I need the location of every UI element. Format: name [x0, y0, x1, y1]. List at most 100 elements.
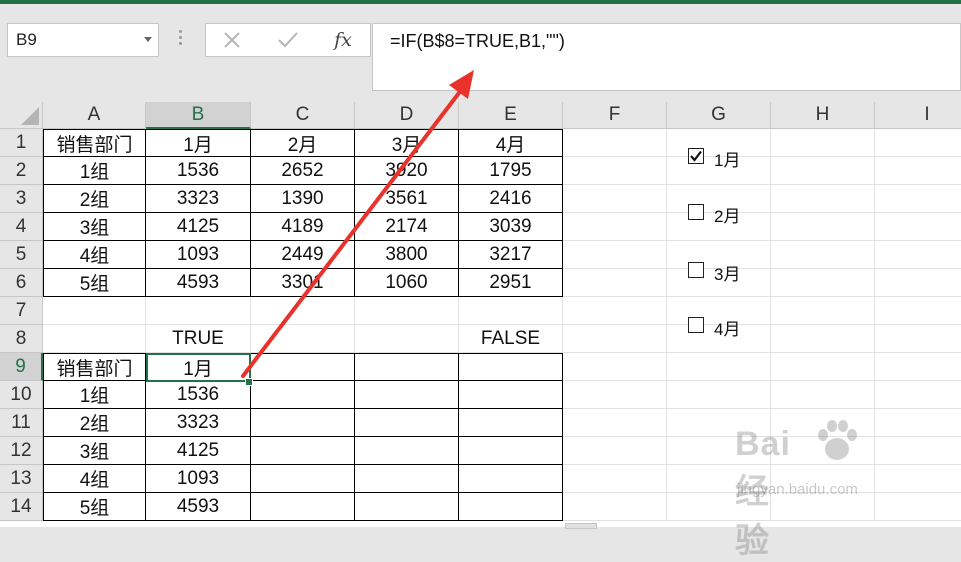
checkbox-2[interactable] — [688, 204, 704, 220]
cell-f12[interactable] — [563, 437, 667, 465]
cell-i2[interactable] — [875, 157, 961, 185]
cell-c6[interactable]: 3301 — [251, 269, 355, 297]
cell-i9[interactable] — [875, 353, 961, 381]
chevron-down-icon[interactable] — [144, 37, 152, 42]
cell-b12[interactable]: 4125 — [146, 437, 251, 465]
cell-h4[interactable] — [771, 213, 875, 241]
cell-e7[interactable] — [459, 297, 563, 325]
horizontal-scrollbar[interactable] — [565, 523, 597, 529]
cell-d14[interactable] — [355, 493, 459, 521]
cell-c12[interactable] — [251, 437, 355, 465]
checkbox-label-1[interactable]: 1月 — [714, 146, 740, 171]
cell-a7[interactable] — [43, 297, 146, 325]
cell-f4[interactable] — [563, 213, 667, 241]
cell-g9[interactable] — [667, 353, 771, 381]
cell-i7[interactable] — [875, 297, 961, 325]
checkbox-3[interactable] — [688, 262, 704, 278]
cell-b9[interactable]: 1月 — [146, 353, 251, 381]
cell-h12[interactable] — [771, 437, 875, 465]
cell-a5[interactable]: 4组 — [43, 241, 146, 269]
cell-b13[interactable]: 1093 — [146, 465, 251, 493]
cell-h8[interactable] — [771, 325, 875, 353]
enter-check-icon[interactable] — [272, 24, 304, 56]
cell-f13[interactable] — [563, 465, 667, 493]
cell-e10[interactable] — [459, 381, 563, 409]
cell-h5[interactable] — [771, 241, 875, 269]
cell-i4[interactable] — [875, 213, 961, 241]
cell-a12[interactable]: 3组 — [43, 437, 146, 465]
cell-a13[interactable]: 4组 — [43, 465, 146, 493]
cell-c4[interactable]: 4189 — [251, 213, 355, 241]
row-header-2[interactable]: 2 — [0, 157, 43, 185]
select-all-button[interactable] — [0, 102, 43, 129]
row-header-10[interactable]: 10 — [0, 381, 43, 409]
cell-a3[interactable]: 2组 — [43, 185, 146, 213]
column-header-b[interactable]: B — [146, 102, 251, 129]
cell-d4[interactable]: 2174 — [355, 213, 459, 241]
cell-f2[interactable] — [563, 157, 667, 185]
cell-c14[interactable] — [251, 493, 355, 521]
cell-i8[interactable] — [875, 325, 961, 353]
cell-h11[interactable] — [771, 409, 875, 437]
cell-d1[interactable]: 3月 — [355, 129, 459, 157]
cell-b5[interactable]: 1093 — [146, 241, 251, 269]
cell-a11[interactable]: 2组 — [43, 409, 146, 437]
cell-d6[interactable]: 1060 — [355, 269, 459, 297]
cell-c5[interactable]: 2449 — [251, 241, 355, 269]
fill-handle[interactable] — [245, 378, 253, 386]
drag-handle-icon[interactable] — [179, 30, 182, 48]
cell-h6[interactable] — [771, 269, 875, 297]
cell-c10[interactable] — [251, 381, 355, 409]
cell-c2[interactable]: 2652 — [251, 157, 355, 185]
cell-h14[interactable] — [771, 493, 875, 521]
cell-b1[interactable]: 1月 — [146, 129, 251, 157]
cell-e1[interactable]: 4月 — [459, 129, 563, 157]
column-header-e[interactable]: E — [459, 102, 563, 129]
cell-f9[interactable] — [563, 353, 667, 381]
cell-f5[interactable] — [563, 241, 667, 269]
cell-d10[interactable] — [355, 381, 459, 409]
cell-f14[interactable] — [563, 493, 667, 521]
cell-c8[interactable] — [251, 325, 355, 353]
cell-d11[interactable] — [355, 409, 459, 437]
cell-c13[interactable] — [251, 465, 355, 493]
row-header-6[interactable]: 6 — [0, 269, 43, 297]
cell-d12[interactable] — [355, 437, 459, 465]
cell-b7[interactable] — [146, 297, 251, 325]
cell-f7[interactable] — [563, 297, 667, 325]
name-box[interactable]: B9 — [7, 23, 159, 57]
cell-e6[interactable]: 2951 — [459, 269, 563, 297]
cell-c7[interactable] — [251, 297, 355, 325]
cell-i3[interactable] — [875, 185, 961, 213]
cell-h2[interactable] — [771, 157, 875, 185]
cell-f11[interactable] — [563, 409, 667, 437]
cell-e9[interactable] — [459, 353, 563, 381]
cell-b14[interactable]: 4593 — [146, 493, 251, 521]
cell-i11[interactable] — [875, 409, 961, 437]
cell-b2[interactable]: 1536 — [146, 157, 251, 185]
row-header-5[interactable]: 5 — [0, 241, 43, 269]
cell-c1[interactable]: 2月 — [251, 129, 355, 157]
cell-a14[interactable]: 5组 — [43, 493, 146, 521]
cell-a1[interactable]: 销售部门 — [43, 129, 146, 157]
column-header-c[interactable]: C — [251, 102, 355, 129]
cell-h3[interactable] — [771, 185, 875, 213]
cell-i10[interactable] — [875, 381, 961, 409]
row-header-12[interactable]: 12 — [0, 437, 43, 465]
cell-a8[interactable] — [43, 325, 146, 353]
cell-e12[interactable] — [459, 437, 563, 465]
cell-f8[interactable] — [563, 325, 667, 353]
column-header-d[interactable]: D — [355, 102, 459, 129]
cell-e3[interactable]: 2416 — [459, 185, 563, 213]
cell-f10[interactable] — [563, 381, 667, 409]
cell-g10[interactable] — [667, 381, 771, 409]
column-header-i[interactable]: I — [875, 102, 961, 129]
cell-b8[interactable]: TRUE — [146, 325, 251, 353]
cell-i14[interactable] — [875, 493, 961, 521]
cell-a4[interactable]: 3组 — [43, 213, 146, 241]
cell-h10[interactable] — [771, 381, 875, 409]
cell-e2[interactable]: 1795 — [459, 157, 563, 185]
cell-g11[interactable] — [667, 409, 771, 437]
checkbox-label-2[interactable]: 2月 — [714, 202, 740, 227]
cell-e14[interactable] — [459, 493, 563, 521]
